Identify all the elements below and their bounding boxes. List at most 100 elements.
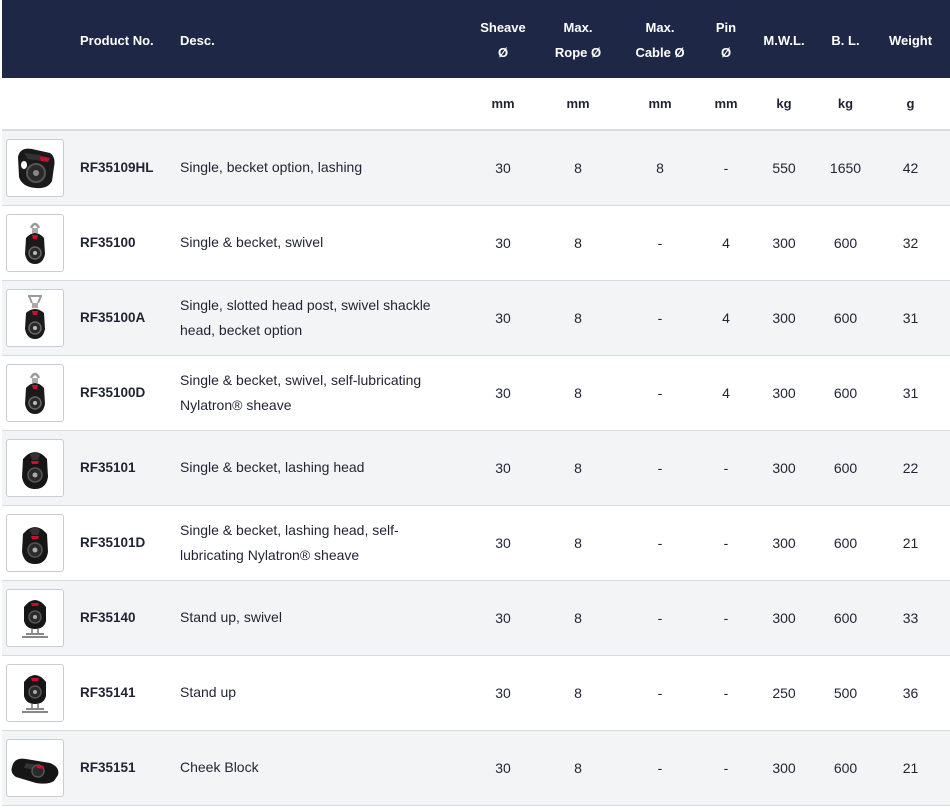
product-number: RF35100A — [72, 280, 172, 356]
product-image-cell — [2, 730, 72, 806]
cell-pin: - — [704, 655, 748, 731]
product-description: Stand up, swivel — [172, 580, 466, 656]
table-row[interactable]: RF35140 Stand up, swivel 30 8- -300 600 33 — [2, 580, 950, 656]
cell-pin: 4 — [704, 205, 748, 281]
product-thumbnail[interactable] — [6, 663, 64, 722]
cell-mwl: 550 — [748, 130, 820, 206]
product-thumbnail[interactable] — [6, 363, 64, 422]
cell-cable: - — [616, 730, 704, 806]
table-row[interactable]: RF35100D Single & becket, swivel, self-lu… — [2, 355, 950, 431]
product-description: Single, becket option, lashing — [172, 130, 466, 206]
cell-pin: 4 — [704, 280, 748, 356]
cell-mwl: 300 — [748, 505, 820, 581]
cell-weight: 36 — [871, 655, 950, 731]
unit-sheave: mm — [466, 78, 540, 131]
cell-cable: - — [616, 355, 704, 431]
cell-rope: 8 — [540, 430, 616, 506]
unit-weight: g — [871, 78, 950, 131]
header-sheave-line2: Ø — [497, 45, 509, 60]
unit-mwl: kg — [748, 78, 820, 131]
cell-rope: 8 — [540, 205, 616, 281]
cell-sheave: 30 — [466, 430, 540, 506]
header-cable-line2: Cable Ø — [635, 45, 685, 60]
product-description: Single, slotted head post, swivel shackl… — [172, 280, 466, 356]
cell-rope: 8 — [540, 580, 616, 656]
product-thumbnail[interactable] — [6, 288, 64, 347]
cell-rope: 8 — [540, 505, 616, 581]
header-max-cable[interactable]: Max. Cable Ø — [616, 0, 704, 78]
block-swivel-icon — [10, 368, 60, 418]
product-thumbnail[interactable] — [6, 213, 64, 272]
cell-bl: 600 — [820, 280, 871, 356]
product-thumbnail[interactable] — [6, 588, 64, 647]
block-shackle-icon — [10, 293, 60, 343]
cell-bl: 1650 — [820, 130, 871, 206]
cell-weight: 33 — [871, 580, 950, 656]
table-row[interactable]: RF35101D Single & becket, lashing head, s… — [2, 505, 950, 581]
product-description: Single & becket, lashing head, self-lubr… — [172, 505, 466, 581]
cell-sheave: 30 — [466, 505, 540, 581]
product-thumbnail[interactable] — [6, 513, 64, 572]
product-number: RF35151 — [72, 730, 172, 806]
product-image-cell — [2, 430, 72, 506]
product-thumbnail[interactable] — [6, 138, 64, 197]
product-number: RF35109HL — [72, 130, 172, 206]
table-row[interactable]: RF35101 Single & becket, lashing head 30 8-… — [2, 430, 950, 506]
cell-weight: 21 — [871, 505, 950, 581]
header-sheave-line1: Sheave — [480, 20, 526, 35]
header-cable-line1: Max. — [645, 20, 675, 35]
cell-rope: 8 — [540, 280, 616, 356]
table-row[interactable]: RF35151 Cheek Block 30 8- -300 600 21 — [2, 730, 950, 806]
cell-sheave: 30 — [466, 355, 540, 431]
cell-mwl: 300 — [748, 430, 820, 506]
header-max-rope[interactable]: Max. Rope Ø — [540, 0, 616, 78]
cell-cable: - — [616, 280, 704, 356]
product-image-cell — [2, 580, 72, 656]
header-product-no[interactable]: Product No. — [72, 0, 172, 78]
product-image-cell — [2, 130, 72, 206]
header-desc[interactable]: Desc. — [172, 0, 466, 78]
block-lashing-head-icon — [10, 443, 60, 493]
cell-rope: 8 — [540, 730, 616, 806]
header-sheave[interactable]: Sheave Ø — [466, 0, 540, 78]
cell-weight: 42 — [871, 130, 950, 206]
cell-rope: 8 — [540, 130, 616, 206]
cell-rope: 8 — [540, 655, 616, 731]
cell-sheave: 30 — [466, 280, 540, 356]
table-row[interactable]: RF35100 Single & becket, swivel 30 8-4 300 60… — [2, 205, 950, 281]
unit-bl: kg — [820, 78, 871, 131]
product-image-cell — [2, 505, 72, 581]
cell-weight: 31 — [871, 280, 950, 356]
header-weight[interactable]: Weight — [871, 0, 950, 78]
product-image-cell — [2, 205, 72, 281]
cell-cable: - — [616, 430, 704, 506]
table-row[interactable]: RF35100A Single, slotted head post, swive… — [2, 280, 950, 356]
product-thumbnail[interactable] — [6, 738, 64, 797]
product-number: RF35101D — [72, 505, 172, 581]
header-pin[interactable]: Pin Ø — [704, 0, 748, 78]
product-thumbnail[interactable] — [6, 438, 64, 497]
cell-bl: 600 — [820, 205, 871, 281]
unit-cable: mm — [616, 78, 704, 131]
product-number: RF35140 — [72, 580, 172, 656]
header-rope-line2: Rope Ø — [554, 45, 602, 60]
product-number: RF35101 — [72, 430, 172, 506]
cell-cable: 8 — [616, 130, 704, 206]
header-rope-line1: Max. — [563, 20, 593, 35]
cell-weight: 21 — [871, 730, 950, 806]
header-mwl[interactable]: M.W.L. — [748, 0, 820, 78]
cell-pin: 4 — [704, 355, 748, 431]
cell-pin: - — [704, 430, 748, 506]
product-number: RF35141 — [72, 655, 172, 731]
unit-rope: mm — [540, 78, 616, 131]
product-spec-table: Product No. Desc. Sheave Ø Max. Rope Ø Max… — [2, 0, 950, 806]
table-row[interactable]: RF35109HL Single, becket option, lashing 3… — [2, 130, 950, 206]
product-description: Single & becket, lashing head — [172, 430, 466, 506]
header-image — [2, 0, 72, 78]
table-row[interactable]: RF35141 Stand up 30 8- -250 500 36 — [2, 655, 950, 731]
cell-bl: 600 — [820, 355, 871, 431]
cell-pin: - — [704, 505, 748, 581]
block-lashing-head-icon — [10, 518, 60, 568]
block-swivel-icon — [10, 218, 60, 268]
header-bl[interactable]: B. L. — [820, 0, 871, 78]
